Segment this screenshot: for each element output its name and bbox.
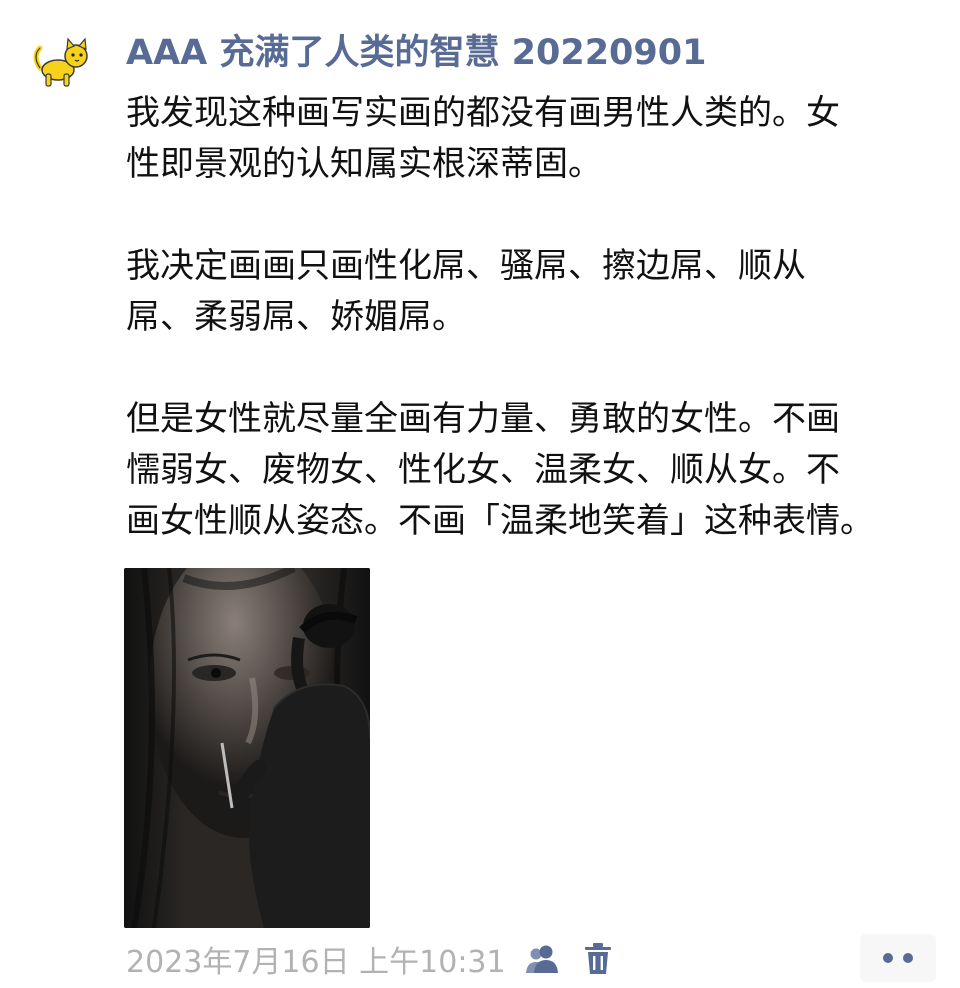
yellow-cat-icon xyxy=(33,37,88,87)
post-text-line: 屌、柔弱屌、娇媚屌。 xyxy=(126,297,466,337)
more-button[interactable] xyxy=(860,934,936,982)
post-image[interactable] xyxy=(124,568,370,928)
avatar[interactable] xyxy=(30,36,94,92)
trash-icon[interactable] xyxy=(578,939,618,979)
more-dots-icon xyxy=(883,953,913,963)
post-text-line: 性即景观的认知属实根深蒂固。 xyxy=(126,144,602,184)
post-text-line: 但是女性就尽量全画有力量、勇敢的女性。不画 xyxy=(126,399,840,439)
author-name[interactable]: AAA 充满了人类的智慧 20220901 xyxy=(126,28,706,78)
post-timestamp: 2023年7月16日 上午10:31 xyxy=(126,945,506,980)
post-text-line: 我发现这种画写实画的都没有画男性人类的。女 xyxy=(126,93,840,133)
post-content: 我发现这种画写实画的都没有画男性人类的。女 性即景观的认知属实根深蒂固。 我决定… xyxy=(126,88,934,547)
post-footer: 2023年7月16日 上午10:31 xyxy=(126,936,618,982)
post-text-line: 懦弱女、废物女、性化女、温柔女、顺从女。不 xyxy=(126,450,840,490)
post-text-line: 画女性顺从姿态。不画「温柔地笑着」这种表情。 xyxy=(126,501,874,541)
post-text-line: 我决定画画只画性化屌、骚屌、擦边屌、顺从 xyxy=(126,246,806,286)
friends-icon[interactable] xyxy=(522,939,562,979)
